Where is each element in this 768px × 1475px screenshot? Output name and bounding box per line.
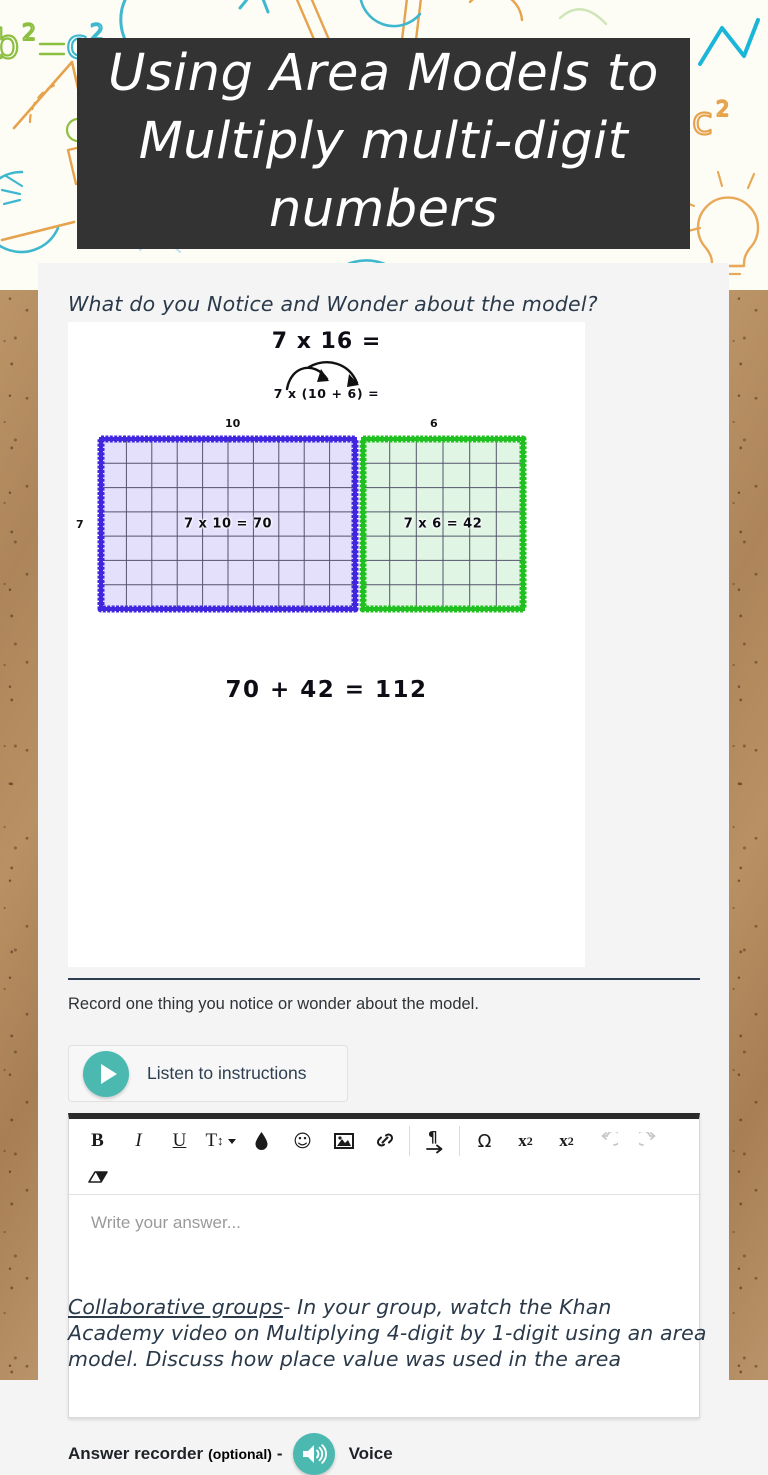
toolbar-separator-1 (409, 1126, 410, 1156)
area-model-diagram: 10 6 7 7 x 10 = 70 7 x 6 = 42 (68, 417, 585, 632)
toolbar-row-1: B I U T ↕ ☺ ¶ Ω x 2 x 2 (69, 1123, 699, 1159)
answer-recorder-row: Answer recorder (optional) - Voice (68, 1433, 393, 1475)
play-triangle (100, 1063, 117, 1084)
redo-icon[interactable] (628, 1124, 669, 1158)
undo-icon[interactable] (587, 1124, 628, 1158)
equation-bottom: 70 + 42 = 112 (225, 677, 428, 703)
lesson-title-banner: Using Area Models to Multiply multi-digi… (77, 38, 690, 249)
speaker-glyph (302, 1444, 327, 1464)
lesson-content-card: What do you Notice and Wonder about the … (38, 263, 729, 1475)
right-box-caption: 7 x 6 = 42 (403, 516, 483, 532)
collaborative-groups-paragraph: Collaborative groups- In your group, wat… (68, 1294, 708, 1372)
page-title: Using Area Models to Multiply multi-digi… (108, 43, 659, 239)
subscript-icon[interactable]: x2 (505, 1124, 546, 1158)
answer-recorder-dash: - (276, 1444, 283, 1463)
link-glyph (376, 1133, 393, 1147)
section-divider (68, 978, 700, 980)
cork-texture-left (0, 290, 38, 1380)
clear-formatting-icon[interactable] (77, 1160, 118, 1194)
text-color-icon[interactable] (241, 1124, 282, 1158)
svg-text:2: 2 (716, 97, 729, 121)
left-box-top-label: 10 (225, 417, 241, 430)
svg-text:2: 2 (22, 21, 36, 46)
eraser-glyph (87, 1171, 108, 1183)
voice-label: Voice (348, 1444, 393, 1463)
editor-toolbar: B I U T ↕ ☺ ¶ Ω x 2 x 2 (69, 1119, 699, 1195)
left-box-side-label: 7 (76, 518, 84, 531)
insert-image-icon[interactable] (323, 1124, 364, 1158)
svg-text:c: c (692, 99, 713, 143)
emoji-icon[interactable]: ☺ (282, 1124, 323, 1158)
toolbar-row-2 (69, 1159, 699, 1195)
listen-button-label: Listen to instructions (147, 1063, 307, 1083)
answer-recorder-label: Answer recorder (68, 1444, 204, 1463)
answer-editor: B I U T ↕ ☺ ¶ Ω x 2 x 2 Write your answe… (68, 1113, 700, 1418)
listen-to-instructions-button[interactable]: Listen to instructions (68, 1045, 348, 1102)
toolbar-separator-2 (459, 1126, 460, 1156)
italic-icon[interactable]: I (118, 1124, 159, 1158)
svg-text:¶: ¶ (428, 1128, 438, 1146)
ink-drop-glyph (255, 1132, 268, 1150)
equation-top: 7 x 16 = (271, 329, 382, 354)
insert-link-icon[interactable] (364, 1124, 405, 1158)
area-model-image: 7 x 16 = 7 x (10 + 6) = 10 6 7 7 x 10 = … (68, 322, 585, 967)
play-icon[interactable] (83, 1050, 129, 1097)
left-box-caption: 7 x 10 = 70 (183, 516, 273, 532)
paragraph-indent-icon[interactable]: ¶ (414, 1124, 455, 1158)
image-glyph (333, 1133, 354, 1149)
special-character-icon[interactable]: Ω (464, 1124, 505, 1158)
cork-texture-right (729, 290, 768, 1380)
equation-decomposed: 7 x (10 + 6) = (273, 386, 380, 401)
collaborative-groups-link[interactable]: Collaborative groups (68, 1295, 283, 1319)
answer-recorder-optional: (optional) (208, 1446, 272, 1462)
pilcrow-arrow-glyph: ¶ (425, 1128, 442, 1154)
record-prompt: Record one thing you notice or wonder ab… (68, 995, 479, 1013)
redo-glyph (638, 1132, 655, 1146)
chevron-down-icon (227, 1138, 236, 1144)
bold-icon[interactable]: B (77, 1124, 118, 1158)
svg-text:b: b (0, 22, 19, 68)
underline-icon[interactable]: U (159, 1124, 200, 1158)
right-box-top-label: 6 (430, 417, 438, 430)
undo-glyph (601, 1132, 618, 1146)
lesson-page: b 2 c 2 (0, 0, 768, 1475)
speaker-icon[interactable] (292, 1433, 335, 1475)
right-area-box: 7 x 6 = 42 (358, 434, 528, 614)
left-area-box: 7 x 10 = 70 (96, 434, 360, 614)
text-size-icon[interactable]: T ↕ (200, 1124, 241, 1158)
notice-wonder-heading: What do you Notice and Wonder about the … (68, 292, 598, 316)
superscript-icon[interactable]: x2 (546, 1124, 587, 1158)
